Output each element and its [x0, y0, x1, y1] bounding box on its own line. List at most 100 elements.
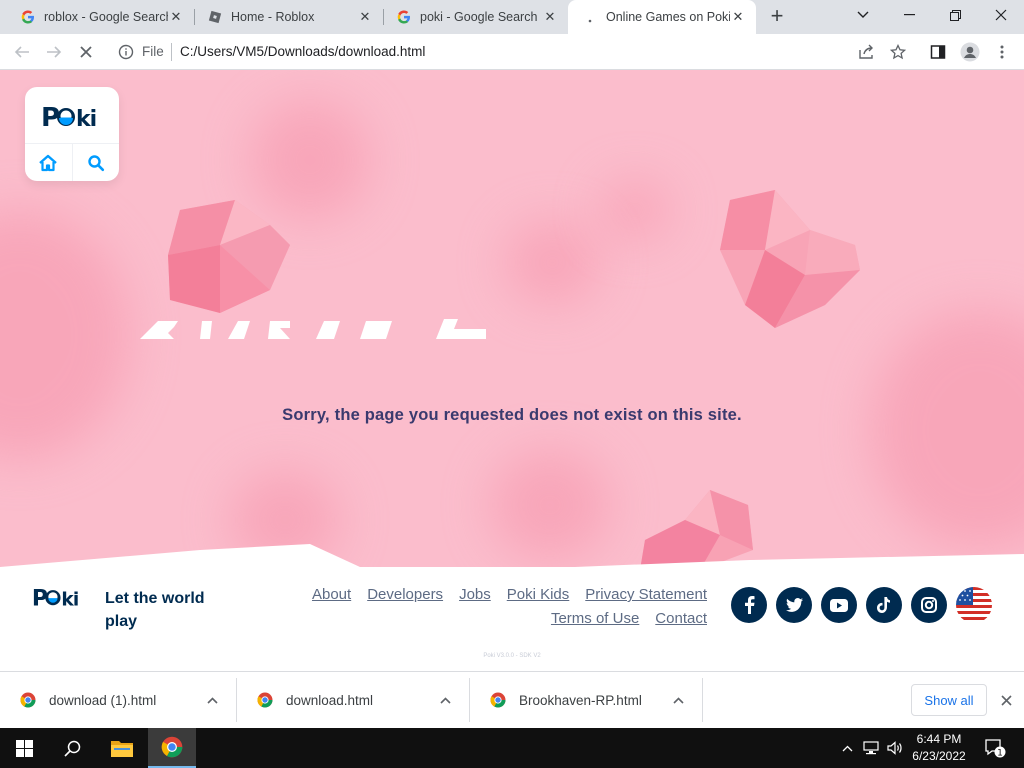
- new-tab-button[interactable]: +: [764, 5, 790, 29]
- hero-background: Sorry, the page you requested does not e…: [0, 70, 1024, 567]
- stop-loading-button[interactable]: [74, 40, 98, 64]
- close-tab-icon[interactable]: ✕: [730, 9, 746, 25]
- chevron-up-icon[interactable]: [435, 696, 455, 704]
- chrome-taskbar-icon[interactable]: [148, 728, 196, 768]
- download-item[interactable]: download (1).html: [0, 678, 237, 722]
- footer-links-primary: About Developers Jobs Poki Kids Privacy …: [312, 586, 707, 603]
- tab-roblox-search[interactable]: roblox - Google Search ✕: [0, 0, 194, 34]
- system-clock[interactable]: 6:44 PM 6/23/2022: [908, 731, 970, 765]
- browser-toolbar: File C:/Users/VM5/Downloads/download.htm…: [0, 34, 1024, 70]
- chrome-file-icon: [490, 692, 506, 708]
- download-filename: download.html: [286, 692, 374, 708]
- social-links: [731, 587, 992, 623]
- address-bar[interactable]: File C:/Users/VM5/Downloads/download.htm…: [108, 38, 918, 66]
- svg-text:P: P: [41, 103, 59, 130]
- youtube-icon[interactable]: [821, 587, 857, 623]
- twitter-icon[interactable]: [776, 587, 812, 623]
- chrome-file-icon: [20, 692, 36, 708]
- clock-time: 6:44 PM: [916, 732, 962, 746]
- background-blob: [600, 180, 670, 240]
- restore-icon[interactable]: [932, 0, 978, 30]
- poki-logo[interactable]: P ki: [25, 87, 119, 143]
- bookmark-star-icon[interactable]: [886, 40, 910, 64]
- notification-count: 1: [997, 748, 1003, 758]
- close-tab-icon[interactable]: ✕: [168, 9, 184, 25]
- minimize-icon[interactable]: [886, 0, 932, 30]
- footer-link-poki-kids[interactable]: Poki Kids: [507, 586, 570, 603]
- footer-link-about[interactable]: About: [312, 586, 351, 603]
- instagram-icon[interactable]: [911, 587, 947, 623]
- close-tab-icon[interactable]: ✕: [542, 9, 558, 25]
- download-shelf: download (1).html download.html Brookhav…: [0, 671, 1024, 728]
- footer-link-jobs[interactable]: Jobs: [459, 586, 491, 603]
- search-icon: [88, 154, 104, 171]
- google-g-icon: [20, 9, 36, 25]
- network-icon[interactable]: [860, 728, 882, 768]
- close-window-icon[interactable]: [978, 0, 1024, 30]
- volume-icon[interactable]: [884, 728, 906, 768]
- facebook-icon[interactable]: [731, 587, 767, 623]
- page-footer: P ki Let the world play About Developers…: [0, 567, 1024, 671]
- search-icon[interactable]: [48, 728, 96, 768]
- menu-kebab-icon[interactable]: [990, 40, 1014, 64]
- footer-link-contact[interactable]: Contact: [655, 610, 707, 627]
- tab-poki-active[interactable]: Online Games on Poki ✕: [568, 0, 756, 34]
- footer-poki-logo[interactable]: P ki: [31, 583, 85, 614]
- address-divider: [171, 43, 172, 61]
- profile-avatar-icon[interactable]: [958, 40, 982, 64]
- roblox-icon: [207, 9, 223, 25]
- version-text: Poki V3.0.0 - SDK V2: [483, 653, 541, 659]
- footer-link-privacy[interactable]: Privacy Statement: [585, 586, 707, 603]
- tab-roblox-home[interactable]: Home - Roblox ✕: [195, 0, 383, 34]
- windows-taskbar: 6:44 PM 6/23/2022 1: [0, 728, 1024, 768]
- back-button[interactable]: [10, 40, 34, 64]
- svg-text:ki: ki: [61, 589, 78, 609]
- loading-icon: [582, 9, 598, 25]
- tab-poki-search[interactable]: poki - Google Search ✕: [384, 0, 568, 34]
- tab-search-icon[interactable]: [840, 0, 886, 30]
- chevron-up-icon[interactable]: [668, 696, 688, 704]
- windows-start-icon[interactable]: [0, 728, 48, 768]
- side-panel-icon[interactable]: [926, 40, 950, 64]
- chevron-up-icon[interactable]: [202, 696, 222, 704]
- footer-link-terms[interactable]: Terms of Use: [551, 610, 639, 627]
- google-g-icon: [396, 9, 412, 25]
- download-item[interactable]: Brookhaven-RP.html: [470, 678, 703, 722]
- url-text[interactable]: C:/Users/VM5/Downloads/download.html: [180, 44, 425, 59]
- heart-graphic: [720, 190, 860, 328]
- show-all-button[interactable]: Show all: [911, 684, 987, 716]
- tab-title: roblox - Google Search: [44, 10, 168, 24]
- share-icon[interactable]: [854, 40, 878, 64]
- background-blob: [505, 220, 600, 305]
- file-explorer-icon[interactable]: [98, 728, 146, 768]
- tab-title: Home - Roblox: [231, 10, 315, 24]
- us-flag-icon[interactable]: [956, 587, 992, 623]
- close-tab-icon[interactable]: ✕: [357, 9, 373, 25]
- footer-links-secondary: Terms of Use Contact: [551, 610, 707, 627]
- poki-logo-card: P ki: [25, 87, 119, 181]
- background-blob: [870, 310, 1024, 550]
- close-shelf-icon[interactable]: [996, 690, 1016, 710]
- heart-graphic: [168, 200, 290, 313]
- address-prefix: File: [142, 44, 164, 59]
- info-icon[interactable]: [118, 44, 134, 60]
- footer-link-developers[interactable]: Developers: [367, 586, 443, 603]
- forward-button[interactable]: [42, 40, 66, 64]
- home-icon: [39, 154, 58, 171]
- search-button[interactable]: [71, 144, 120, 181]
- notification-center-icon[interactable]: 1: [980, 728, 1010, 768]
- tab-strip: roblox - Google Search ✕ Home - Roblox ✕…: [0, 0, 1024, 34]
- chevron-up-icon[interactable]: [838, 728, 856, 768]
- footer-tagline: Let the world play: [105, 590, 205, 630]
- download-filename: download (1).html: [49, 692, 157, 708]
- clock-date: 6/23/2022: [912, 749, 966, 763]
- download-item[interactable]: download.html: [237, 678, 470, 722]
- tab-title: Online Games on Poki: [606, 10, 730, 24]
- tiktok-icon[interactable]: [866, 587, 902, 623]
- error-message: Sorry, the page you requested does not e…: [282, 406, 742, 424]
- logo-card-actions: [25, 143, 119, 181]
- chrome-file-icon: [257, 692, 273, 708]
- glitch-strip-graphic: [140, 319, 486, 339]
- hero-wave-divider: [0, 544, 1024, 567]
- home-button[interactable]: [25, 144, 72, 181]
